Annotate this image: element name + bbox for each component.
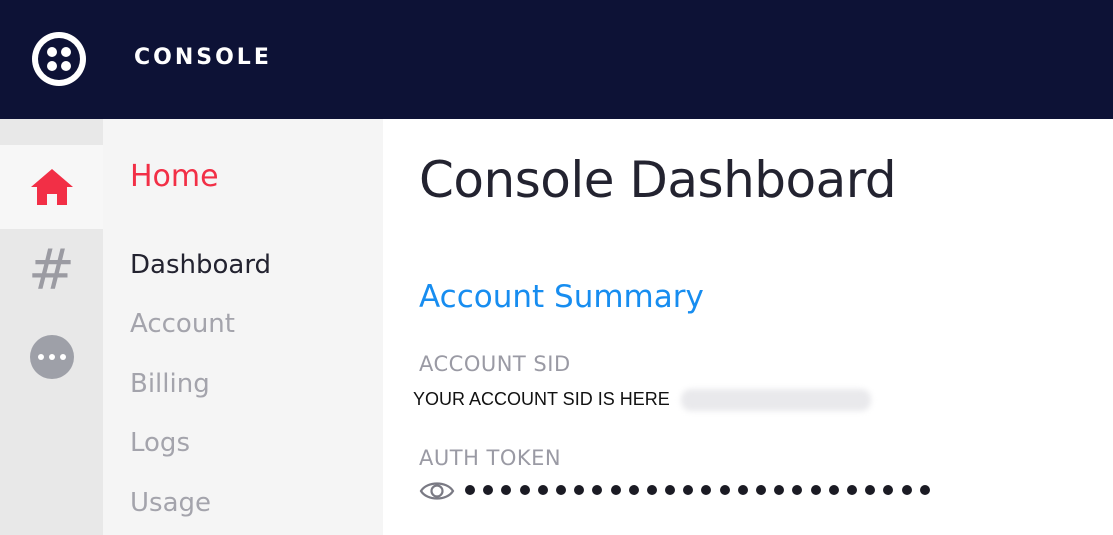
- logo-inner: [38, 38, 80, 80]
- more-dots-icon: [29, 335, 74, 379]
- logo-dot: [47, 61, 57, 71]
- rail-item-hash[interactable]: #: [0, 229, 103, 313]
- subnav-link-usage[interactable]: Usage: [130, 488, 211, 518]
- masked-dot: [865, 485, 876, 495]
- masked-dot: [665, 485, 676, 495]
- masked-dot: [465, 485, 475, 495]
- masked-dot: [756, 485, 766, 495]
- dot: [37, 354, 44, 360]
- masked-dot: [810, 485, 821, 495]
- masked-dot: [519, 485, 530, 495]
- masked-dot: [846, 485, 857, 495]
- subnav-link-dashboard[interactable]: Dashboard: [130, 250, 271, 280]
- logo-dot: [61, 47, 71, 57]
- logo-dot: [61, 61, 71, 71]
- masked-dot: [919, 485, 930, 495]
- masked-dot: [737, 485, 748, 495]
- page-title: Console Dashboard: [419, 151, 897, 209]
- masked-dot: [792, 485, 803, 495]
- sub-navigation: Home Dashboard Account Billing Logs Usag…: [103, 119, 383, 535]
- account-sid-value: YOUR ACCOUNT SID IS HERE: [413, 389, 670, 409]
- auth-token-label: AUTH TOKEN: [419, 446, 562, 470]
- masked-dot: [883, 485, 894, 495]
- masked-dot: [555, 485, 566, 495]
- masked-dot: [483, 485, 494, 495]
- masked-dot: [828, 485, 839, 495]
- dot: [48, 354, 55, 360]
- dot: [59, 354, 66, 360]
- masked-dot: [574, 485, 585, 495]
- masked-dot: [683, 485, 694, 495]
- subnav-link-logs[interactable]: Logs: [130, 428, 190, 458]
- masked-dot: [610, 485, 621, 495]
- rail-item-more[interactable]: [0, 315, 103, 399]
- account-sid-redacted: [681, 389, 871, 411]
- hash-icon: #: [28, 238, 75, 303]
- auth-token-masked-value: [465, 485, 930, 495]
- main-content: Console Dashboard Account Summary ACCOUN…: [383, 119, 1113, 535]
- top-bar: CONSOLE: [0, 0, 1113, 119]
- masked-dot: [501, 485, 512, 495]
- masked-dot: [719, 485, 730, 495]
- account-summary-heading[interactable]: Account Summary: [419, 279, 704, 315]
- account-sid-label: ACCOUNT SID: [419, 352, 571, 376]
- subnav-title-home[interactable]: Home: [130, 159, 219, 194]
- masked-dot: [774, 485, 785, 495]
- eye-icon[interactable]: [419, 477, 455, 505]
- rail-item-home[interactable]: [0, 145, 103, 229]
- masked-dot: [592, 485, 603, 495]
- subnav-link-billing[interactable]: Billing: [130, 369, 210, 399]
- masked-dot: [646, 485, 657, 495]
- masked-dot: [901, 485, 912, 495]
- home-icon: [30, 169, 73, 205]
- masked-dot: [628, 485, 639, 495]
- masked-dot: [537, 485, 548, 495]
- logo-dot: [47, 47, 57, 57]
- twilio-logo-icon[interactable]: [32, 32, 86, 86]
- masked-dot: [701, 485, 712, 495]
- icon-rail: #: [0, 119, 103, 535]
- subnav-link-account[interactable]: Account: [130, 309, 235, 339]
- brand-title: CONSOLE: [134, 45, 272, 70]
